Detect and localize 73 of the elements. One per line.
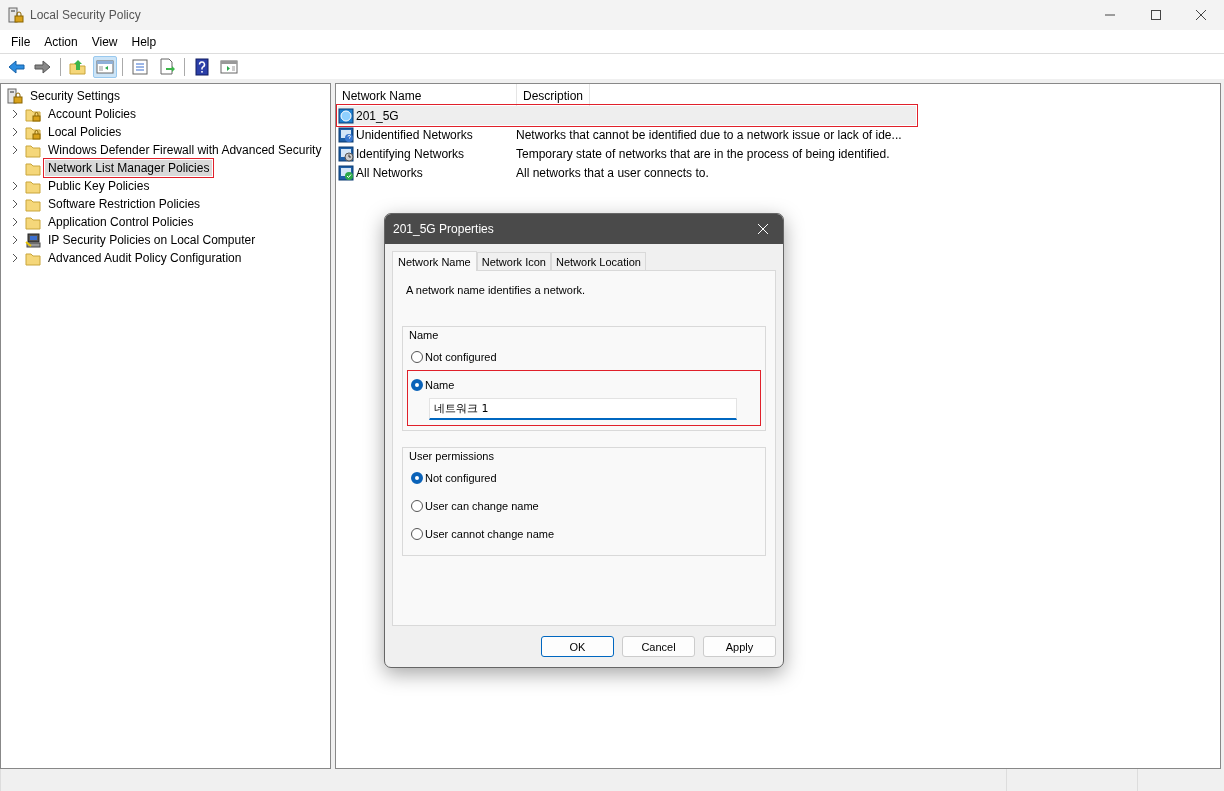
description-text: A network name identifies a network. — [406, 284, 587, 296]
list-row[interactable]: Identifying Networks Temporary state of networks that are in the process of being identified. — [338, 144, 916, 163]
group-label: Name — [409, 329, 440, 341]
menu-item[interactable]: View — [84, 32, 125, 51]
tab[interactable]: Network Icon — [476, 252, 551, 270]
export-icon — [158, 57, 176, 76]
app-icon — [8, 7, 24, 23]
list-row[interactable]: Unidentified Networks Networks that cannot be identified due to a network issue or lack of ide... — [338, 125, 916, 144]
tree-item[interactable]: Windows Defender Firewall with Advanced Security — [45, 142, 325, 158]
dialog-button[interactable]: OK — [541, 636, 614, 657]
radio-button[interactable] — [411, 379, 423, 391]
dialog-title: 201_5G Properties — [393, 222, 495, 236]
tree-item[interactable]: Application Control Policies — [45, 214, 197, 230]
radio-label[interactable]: User can change name — [425, 500, 539, 512]
tab[interactable]: Network Location — [550, 252, 646, 270]
tree-item[interactable]: Advanced Audit Policy Configuration — [45, 250, 245, 266]
back-arrow-icon — [7, 57, 25, 76]
panel-icon — [220, 57, 238, 76]
window-title: Local Security Policy — [30, 8, 142, 22]
locked-folder-icon — [25, 124, 41, 140]
menu-item[interactable]: Action — [37, 32, 85, 51]
list-icon — [131, 57, 149, 76]
tree-item[interactable]: Account Policies — [45, 106, 140, 122]
network-name: Identifying Networks — [356, 146, 465, 161]
security-icon — [7, 88, 23, 104]
radio-button[interactable] — [411, 528, 423, 540]
help-icon — [193, 57, 211, 76]
group-label: User permissions — [409, 450, 495, 462]
network-check-icon — [338, 164, 354, 181]
network-name: All Networks — [356, 165, 423, 180]
maximize-icon — [1148, 9, 1162, 21]
tree-item[interactable]: IP Security Policies on Local Computer — [45, 232, 259, 248]
computer-icon — [25, 232, 41, 248]
close-icon — [1194, 9, 1208, 21]
folder-icon — [25, 160, 41, 176]
dialog-button[interactable]: Apply — [703, 636, 776, 657]
network-description: All networks that a user connects to. — [516, 165, 709, 180]
radio-label[interactable]: User cannot change name — [425, 528, 555, 540]
folder-up-icon — [69, 57, 87, 76]
tree-item[interactable]: Security Settings — [27, 88, 124, 104]
folder-icon — [25, 214, 41, 230]
locked-folder-icon — [25, 106, 41, 122]
tree-item[interactable]: Network List Manager Policies — [45, 160, 213, 176]
network-question-icon — [338, 126, 354, 143]
tree-item[interactable]: Public Key Policies — [45, 178, 153, 194]
list-row[interactable]: All Networks All networks that a user connects to. — [338, 163, 916, 182]
folder-icon — [25, 178, 41, 194]
tree-item[interactable]: Local Policies — [45, 124, 125, 140]
network-name: 201_5G — [356, 108, 399, 123]
tree-item[interactable]: Software Restriction Policies — [45, 196, 204, 212]
network-clock-icon — [338, 145, 354, 162]
radio-label[interactable]: Not configured — [425, 351, 497, 363]
network-description: Networks that cannot be identified due to a network issue or lack of ide... — [516, 127, 902, 142]
network-description: Temporary state of networks that are in the process of being identified. — [516, 146, 890, 161]
list-row[interactable]: 201_5G — [338, 106, 916, 125]
radio-button[interactable] — [411, 351, 423, 363]
radio-button[interactable] — [411, 472, 423, 484]
folder-icon — [25, 196, 41, 212]
dialog-button[interactable]: Cancel — [622, 636, 695, 657]
forward-arrow-icon — [34, 57, 52, 76]
close-icon — [757, 223, 769, 235]
menu-item[interactable]: Help — [124, 32, 164, 51]
folder-icon — [25, 250, 41, 266]
folder-icon — [25, 142, 41, 158]
radio-label[interactable]: Name — [425, 379, 455, 391]
menu-item[interactable]: File — [4, 32, 38, 51]
radio-label[interactable]: Not configured — [425, 472, 497, 484]
name-input-field[interactable]: 네트워크 1 — [429, 398, 737, 420]
tab[interactable]: Network Name — [392, 251, 477, 271]
pane-icon — [96, 57, 114, 76]
network-name: Unidentified Networks — [356, 127, 473, 142]
radio-button[interactable] — [411, 500, 423, 512]
globe-icon — [338, 107, 354, 124]
